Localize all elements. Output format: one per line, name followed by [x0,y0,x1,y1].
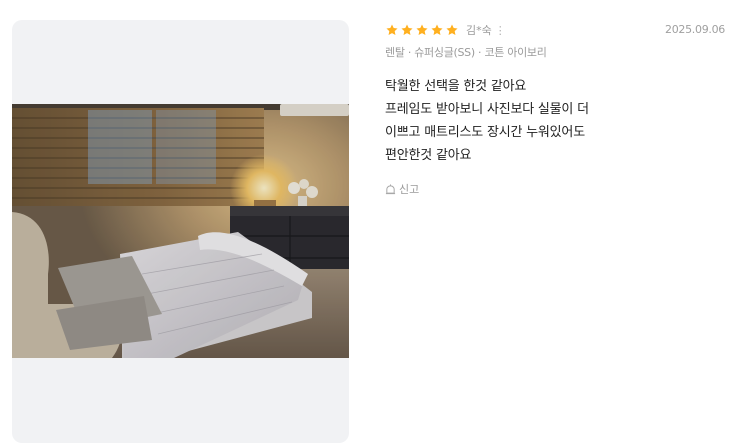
star-icon [431,24,443,36]
review-meta-row: 김*숙 ⋮ 2025.09.06 [385,20,725,40]
review-body-line: 프레임도 받아보니 사진보다 실물이 더 [385,102,589,117]
star-icon [401,24,413,36]
star-icon [446,24,458,36]
report-button[interactable]: 신고 [385,181,725,197]
review-body-line: 편안한것 같아요 [385,148,472,163]
report-icon [385,183,396,194]
more-vertical-icon[interactable]: ⋮ [495,24,506,37]
review-photo[interactable] [12,104,349,358]
report-label: 신고 [399,183,420,196]
review-photo-card[interactable] [12,20,349,443]
reviewer-name: 김*숙 [466,24,492,37]
review-body-line: 탁월한 선택을 한것 같아요 [385,79,527,94]
star-rating [385,23,459,37]
review-date: 2025.09.06 [665,23,725,36]
review-body-line: 이쁘고 매트리스도 장시간 누워있어도 [385,125,585,140]
review-content: 김*숙 ⋮ 2025.09.06 렌탈 · 슈퍼싱글(SS) · 코튼 아이보리… [385,20,725,197]
star-icon [416,24,428,36]
star-icon [386,24,398,36]
review-body: 탁월한 선택을 한것 같아요 프레임도 받아보니 사진보다 실물이 더 이쁘고 … [385,75,725,167]
purchase-option: 렌탈 · 슈퍼싱글(SS) · 코튼 아이보리 [385,46,547,59]
